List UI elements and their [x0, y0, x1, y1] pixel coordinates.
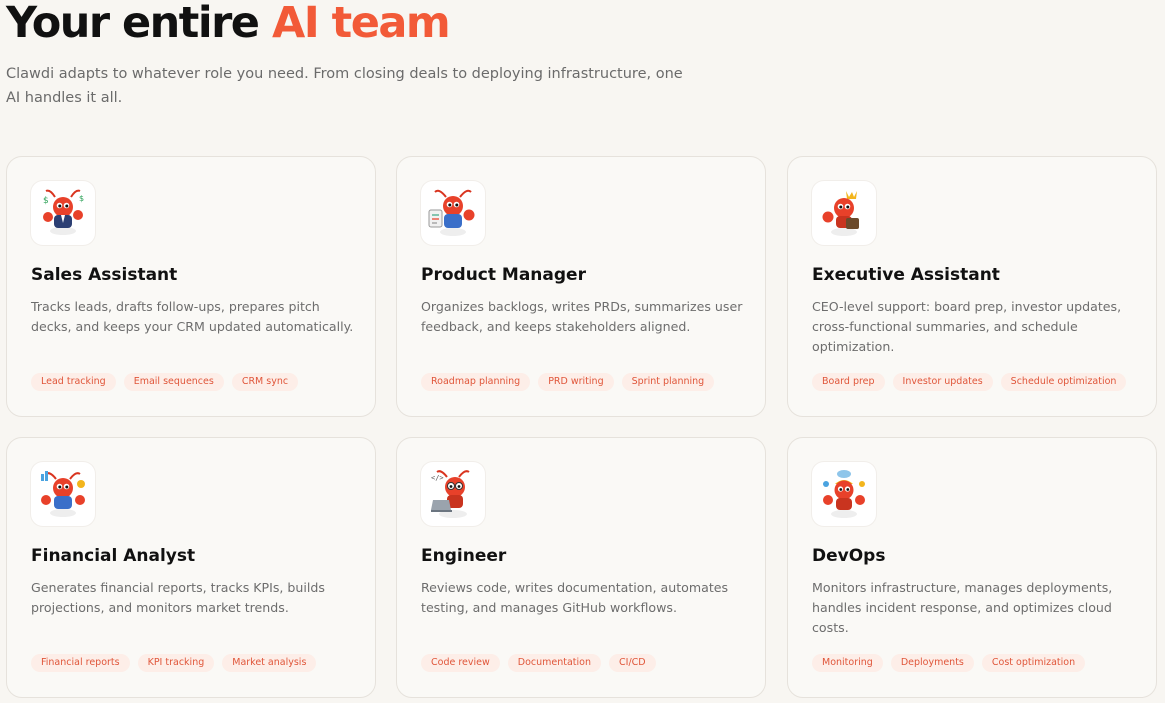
tag: Documentation: [507, 654, 602, 672]
tag: Market analysis: [222, 654, 317, 672]
card-description: Organizes backlogs, writes PRDs, summari…: [421, 299, 743, 334]
tag: Roadmap planning: [421, 373, 531, 391]
tag-list: Lead tracking Email sequences CRM sync: [31, 373, 299, 391]
tag: CI/CD: [609, 654, 656, 672]
tag: Schedule optimization: [1000, 373, 1127, 391]
card-title: Sales Assistant: [31, 265, 178, 285]
lobster-engineer-icon: </>: [421, 462, 485, 526]
card-description: Monitors infrastructure, manages deploym…: [812, 580, 1113, 635]
tag: Email sequences: [123, 373, 224, 391]
tag: Investor updates: [892, 373, 993, 391]
role-card-devops[interactable]: DevOps Monitors infrastructure, manages …: [787, 437, 1157, 698]
card-title: DevOps: [812, 546, 886, 566]
tag: CRM sync: [231, 373, 299, 391]
card-title: Engineer: [421, 546, 507, 566]
tag: Cost optimization: [981, 654, 1086, 672]
tag-list: Board prep Investor updates Schedule opt…: [812, 373, 1127, 391]
role-card-product-manager[interactable]: Product Manager Organizes backlogs, writ…: [396, 156, 766, 417]
card-title: Executive Assistant: [812, 265, 1000, 285]
tag-list: Financial reports KPI tracking Market an…: [31, 654, 317, 672]
svg-text:</>: </>: [431, 474, 444, 482]
lobster-devops-icon: [812, 462, 876, 526]
lobster-finance-icon: [31, 462, 95, 526]
page-subtitle: Clawdi adapts to whatever role you need.…: [6, 66, 683, 106]
tag: Deployments: [890, 654, 974, 672]
lobster-sales-icon: $ $: [31, 181, 95, 245]
tag: Lead tracking: [31, 373, 116, 391]
tag-list: Code review Documentation CI/CD: [421, 654, 656, 672]
svg-text:$: $: [43, 196, 49, 206]
tag: Board prep: [812, 373, 885, 391]
lobster-executive-icon: [812, 181, 876, 245]
tag: Code review: [421, 654, 500, 672]
tag: KPI tracking: [137, 654, 215, 672]
card-title: Financial Analyst: [31, 546, 196, 566]
lobster-product-icon: [421, 181, 485, 245]
role-card-executive-assistant[interactable]: Executive Assistant CEO-level support: b…: [787, 156, 1157, 417]
tag: PRD writing: [538, 373, 614, 391]
tag: Sprint planning: [621, 373, 715, 391]
role-card-financial-analyst[interactable]: Financial Analyst Generates financial re…: [6, 437, 376, 698]
page-title-prefix: Your entire: [6, 0, 272, 48]
page-title-accent: AI team: [271, 0, 451, 48]
card-title: Product Manager: [421, 265, 586, 285]
card-description: CEO-level support: board prep, investor …: [812, 299, 1122, 354]
svg-text:$: $: [79, 194, 84, 203]
card-description: Tracks leads, drafts follow-ups, prepare…: [31, 299, 354, 334]
page-title: Your entire AI team: [6, 0, 451, 54]
tag-list: Roadmap planning PRD writing Sprint plan…: [421, 373, 715, 391]
tag-list: Monitoring Deployments Cost optimization: [812, 654, 1086, 672]
card-description: Generates financial reports, tracks KPIs…: [31, 580, 325, 615]
tag: Financial reports: [31, 654, 130, 672]
page: Your entire AI team Clawdi adapts to wha…: [0, 0, 1165, 703]
role-card-engineer[interactable]: </> Engineer Reviews code, writes docume…: [396, 437, 766, 698]
card-description: Reviews code, writes documentation, auto…: [421, 580, 729, 615]
tag: Monitoring: [812, 654, 883, 672]
role-card-sales-assistant[interactable]: $ $ Sales Assistant Tracks leads, drafts…: [6, 156, 376, 417]
